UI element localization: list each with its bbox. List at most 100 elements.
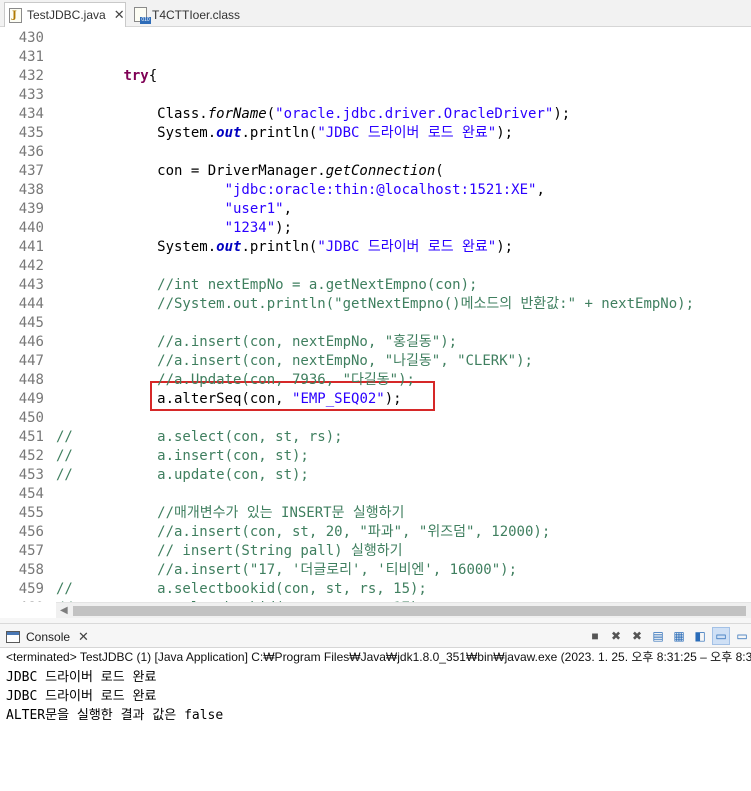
code-text: "user1", [224,201,293,217]
code-line[interactable]: 457 // insert(String pall) 실행하기 [0,542,751,561]
code-line[interactable]: 442 [0,257,751,276]
code-line[interactable]: 450 [0,409,751,428]
code-line[interactable]: 430 [0,29,751,48]
code-line[interactable]: 451 // a.select(con, st, rs); [0,428,751,447]
code-line[interactable]: 431 [0,48,751,67]
code-line[interactable]: 458 //a.insert("17, '더글로리', '티비엔', 16000… [0,561,751,580]
code-text: //매개변수가 있는 INSERT문 실행하기 [56,505,405,521]
code-line[interactable]: 435 System.out.println("JDBC 드라이버 로드 완료"… [0,124,751,143]
line-number: 433 [18,87,44,103]
line-number: 441 [18,239,44,255]
code-text: //a.insert("17, '더글로리', '티비엔', 16000"); [56,562,518,578]
line-number: 459 [18,581,44,597]
code-line[interactable]: 447 //a.insert(con, nextEmpNo, "나길동", "C… [0,352,751,371]
code-line[interactable]: 459 // a.selectbookid(con, st, rs, 15); [0,580,751,599]
line-number: 438 [18,182,44,198]
line-number: 436 [18,144,44,160]
line-number: 450 [18,410,44,426]
code-text: Class.forName("oracle.jdbc.driver.Oracle… [56,106,571,122]
code-line[interactable]: 434 Class.forName("oracle.jdbc.driver.Or… [0,105,751,124]
word-wrap-icon[interactable]: ▦ [670,627,688,645]
code-line[interactable]: 444 //System.out.println("getNextEmpno()… [0,295,751,314]
line-number: 452 [18,448,44,464]
code-text: // a.insert(con, st); [56,448,309,464]
code-text: a.alterSeq(con, "EMP_SEQ02"); [56,391,402,407]
code-line[interactable]: 445 [0,314,751,333]
horizontal-scrollbar[interactable]: ◀ [56,602,751,618]
code-line[interactable]: 432 try{ [0,67,751,86]
code-text: "jdbc:oracle:thin:@localhost:1521:XE", [224,182,545,198]
code-text: con = DriverManager.getConnection( [56,163,444,179]
code-line[interactable]: 436 [0,143,751,162]
line-number: 453 [18,467,44,483]
line-number: 449 [18,391,44,407]
code-text: try{ [123,68,158,84]
line-number: 447 [18,353,44,369]
tab-t4cttioer-class[interactable]: 010 T4CTTIoer.class [132,2,240,27]
code-line[interactable]: 443 //int nextEmpNo = a.getNextEmpno(con… [0,276,751,295]
line-number: 458 [18,562,44,578]
code-line[interactable]: 455 //매개변수가 있는 INSERT문 실행하기 [0,504,751,523]
code-line[interactable]: 437 con = DriverManager.getConnection( [0,162,751,181]
console-icon [6,630,20,643]
console-tab-label: Console [26,629,71,644]
code-text: // a.select(con, st, rs); [56,429,343,445]
line-number: 448 [18,372,44,388]
close-icon[interactable]: ✕ [78,629,89,645]
code-line[interactable]: 449 a.alterSeq(con, "EMP_SEQ02"); [0,390,751,409]
tab-testjdbc-java[interactable]: J TestJDBC.java ✕ [4,2,126,27]
console-output[interactable]: JDBC 드라이버 로드 완료 JDBC 드라이버 로드 완료 ALTER문을 … [0,666,751,791]
line-number: 437 [18,163,44,179]
code-line[interactable]: 453 // a.update(con, st); [0,466,751,485]
code-text: "1234"); [224,220,293,236]
java-file-icon: J [9,7,22,23]
code-line[interactable]: 448 //a.Update(con, 7936, "다길동"); [0,371,751,390]
code-text: //a.insert(con, st, 20, "파과", "위즈덤", 120… [56,524,551,540]
line-number: 446 [18,334,44,350]
code-text: //int nextEmpNo = a.getNextEmpno(con); [56,277,478,293]
scroll-lock-icon[interactable]: ▤ [649,627,667,645]
code-line[interactable]: 433 [0,86,751,105]
code-line[interactable]: 441 System.out.println("JDBC 드라이버 로드 완료"… [0,238,751,257]
display-console-icon[interactable]: ▭ [733,627,751,645]
line-number: 435 [18,125,44,141]
code-text: // a.update(con, st); [56,467,309,483]
code-line[interactable]: 440 "1234"); [0,219,751,238]
code-line[interactable]: 452 // a.insert(con, st); [0,447,751,466]
class-file-icon: 010 [134,7,151,24]
line-number: 442 [18,258,44,274]
line-number: 439 [18,201,44,217]
line-number: 457 [18,543,44,559]
scrollbar-thumb[interactable] [73,606,746,616]
code-text: //a.insert(con, nextEmpNo, "홍길동"); [56,334,458,350]
remove-launch-icon[interactable]: ✖ [607,627,625,645]
code-text: System.out.println("JDBC 드라이버 로드 완료"); [56,125,514,141]
code-text: // a.selectbookid(con, st, rs, 15); [56,581,427,597]
tab-console[interactable]: Console ✕ [6,627,89,646]
output-line: JDBC 드라이버 로드 완료 [6,670,157,685]
line-number: 456 [18,524,44,540]
close-icon[interactable]: ✕ [114,7,125,23]
pin-console-icon[interactable]: ▭ [712,627,730,645]
line-number: 432 [18,68,44,84]
code-line[interactable]: 446 //a.insert(con, nextEmpNo, "홍길동"); [0,333,751,352]
code-text: //a.insert(con, nextEmpNo, "나길동", "CLERK… [56,353,533,369]
line-number: 455 [18,505,44,521]
code-line[interactable]: 439 "user1", [0,200,751,219]
code-line[interactable]: 438 "jdbc:oracle:thin:@localhost:1521:XE… [0,181,751,200]
line-number: 460 [0,599,44,602]
console-toolbar: ■ ✖ ✖ ▤ ▦ ◧ ▭ ▭ [583,627,751,645]
code-line[interactable]: 456 //a.insert(con, st, 20, "파과", "위즈덤",… [0,523,751,542]
line-number: 445 [18,315,44,331]
scroll-left-icon[interactable]: ◀ [60,605,68,616]
terminate-icon[interactable]: ■ [586,627,604,645]
remove-all-icon[interactable]: ✖ [628,627,646,645]
code-editor[interactable]: 430 431 432 try{433 434 Class.forName("orac… [0,27,751,602]
code-line[interactable]: 454 [0,485,751,504]
line-number: 434 [18,106,44,122]
line-number: 451 [18,429,44,445]
line-number: 430 [18,30,44,46]
output-line: JDBC 드라이버 로드 완료 [6,689,157,704]
show-on-output-icon[interactable]: ◧ [691,627,709,645]
code-text: //System.out.println("getNextEmpno()메소드의… [56,296,695,312]
